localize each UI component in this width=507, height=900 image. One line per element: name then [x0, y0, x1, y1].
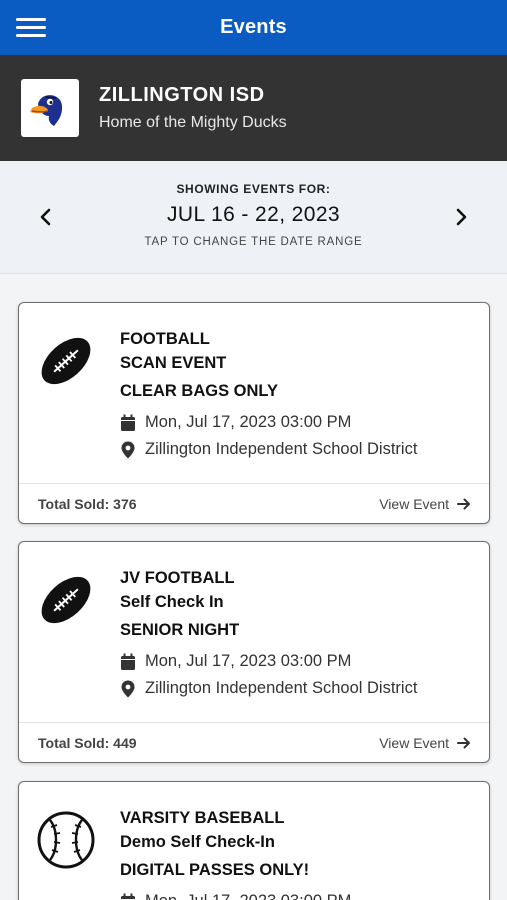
view-event-link[interactable]: View Event	[379, 735, 471, 751]
event-type: SCAN EVENT	[120, 354, 227, 372]
date-range-value[interactable]: JUL 16 - 22, 2023	[0, 203, 507, 227]
event-location-text: Zillington Independent School District	[145, 679, 418, 697]
arrow-right-icon	[457, 498, 470, 509]
event-card[interactable]: FOOTBALL SCAN EVENT CLEAR BAGS ONLY Mon,…	[18, 302, 490, 524]
view-event-link[interactable]: View Event	[379, 496, 471, 512]
date-range-hint: TAP TO CHANGE THE DATE RANGE	[144, 236, 363, 248]
date-range-label: SHOWING EVENTS FOR:	[176, 182, 331, 196]
org-tagline: Home of the Mighty Ducks	[99, 114, 287, 131]
chevron-right-icon[interactable]	[449, 205, 473, 229]
event-datetime: Mon, Jul 17, 2023 03:00 PM	[120, 892, 479, 900]
event-sport: VARSITY BASEBALL	[120, 809, 285, 827]
event-datetime: Mon, Jul 17, 2023 03:00 PM	[120, 652, 479, 671]
event-location: Zillington Independent School District	[120, 679, 479, 698]
event-type: Self Check In	[120, 593, 224, 611]
event-datetime-text: Mon, Jul 17, 2023 03:00 PM	[145, 892, 351, 900]
event-card-footer: Total Sold: 449 View Event	[19, 722, 489, 762]
event-card-footer: Total Sold: 376 View Event	[19, 483, 489, 523]
football-icon	[41, 576, 91, 624]
map-pin-icon	[121, 680, 135, 697]
event-sport: FOOTBALL	[120, 330, 210, 348]
event-sport: JV FOOTBALL	[120, 569, 235, 587]
date-range-selector[interactable]: SHOWING EVENTS FOR: JUL 16 - 22, 2023 TA…	[0, 161, 507, 274]
organization-banner: ZILLINGTON ISD Home of the Mighty Ducks	[0, 55, 507, 161]
total-sold: Total Sold: 449	[38, 734, 137, 751]
total-sold: Total Sold: 376	[38, 495, 137, 512]
view-event-label: View Event	[379, 734, 449, 751]
calendar-icon	[121, 893, 135, 900]
event-note: DIGITAL PASSES ONLY!	[120, 861, 310, 879]
event-note: CLEAR BAGS ONLY	[120, 382, 278, 400]
app-header: Events	[0, 0, 507, 55]
event-location: Zillington Independent School District	[120, 440, 479, 459]
football-icon	[41, 337, 91, 385]
org-name: ZILLINGTON ISD	[99, 84, 265, 106]
view-event-label: View Event	[379, 495, 449, 512]
event-card[interactable]: JV FOOTBALL Self Check In SENIOR NIGHT M…	[18, 541, 490, 763]
event-card[interactable]: VARSITY BASEBALL Demo Self Check-In DIGI…	[18, 781, 490, 900]
event-type: Demo Self Check-In	[120, 833, 275, 851]
event-datetime: Mon, Jul 17, 2023 03:00 PM	[120, 413, 479, 432]
map-pin-icon	[121, 441, 135, 458]
event-datetime-text: Mon, Jul 17, 2023 03:00 PM	[145, 413, 352, 431]
duck-mascot-logo	[21, 79, 79, 137]
arrow-right-icon	[457, 737, 470, 748]
baseball-icon	[37, 811, 95, 869]
event-datetime-text: Mon, Jul 17, 2023 03:00 PM	[145, 652, 352, 670]
hamburger-menu-icon[interactable]	[16, 18, 46, 38]
event-location-text: Zillington Independent School District	[145, 440, 418, 458]
calendar-icon	[121, 414, 135, 431]
event-note: SENIOR NIGHT	[120, 621, 240, 639]
calendar-icon	[121, 653, 135, 670]
page-title: Events	[220, 16, 287, 38]
